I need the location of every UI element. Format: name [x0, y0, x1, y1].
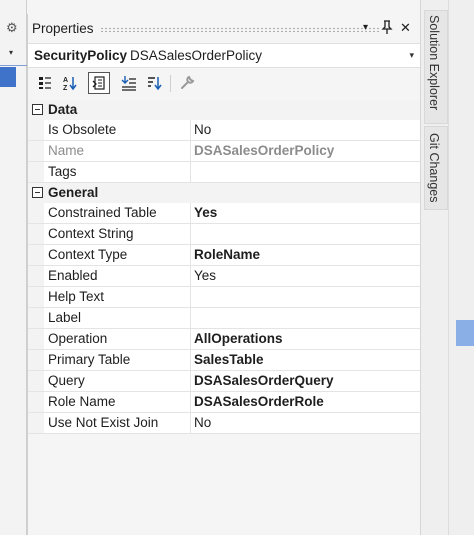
property-name: Query [28, 371, 191, 391]
property-value[interactable]: No [191, 120, 420, 140]
property-name: Enabled [28, 266, 191, 286]
property-row-context-type[interactable]: Context Type RoleName [28, 245, 420, 266]
property-row-primary-table[interactable]: Primary Table SalesTable [28, 350, 420, 371]
svg-text:Z: Z [63, 85, 68, 91]
properties-panel: Properties ▾ ✕ SecurityPolicy DSASalesOr… [27, 14, 420, 535]
property-row-tags[interactable]: Tags [28, 162, 420, 183]
category-data: Data [28, 100, 420, 120]
left-divider [0, 65, 27, 66]
property-row-operation[interactable]: Operation AllOperations [28, 329, 420, 350]
close-icon[interactable]: ✕ [400, 20, 411, 36]
property-value[interactable]: No [191, 413, 420, 433]
property-name: Tags [28, 162, 191, 182]
tab-git-changes[interactable]: Git Changes [424, 126, 448, 210]
left-selection-highlight [0, 67, 16, 87]
tab-label: Git Changes [427, 133, 441, 203]
svg-text:A: A [63, 77, 68, 84]
panel-titlebar: Properties ▾ ✕ [28, 14, 421, 42]
property-value[interactable]: DSASalesOrderQuery [191, 371, 420, 391]
property-value[interactable]: DSASalesOrderRole [191, 392, 420, 412]
property-name: Is Obsolete [28, 120, 191, 140]
property-row-is-obsolete[interactable]: Is Obsolete No [28, 120, 420, 141]
property-name: Context Type [28, 245, 191, 265]
property-value[interactable]: RoleName [191, 245, 420, 265]
events-icon[interactable] [118, 72, 140, 94]
category-label: Data [48, 102, 78, 117]
collapse-toggle-icon[interactable] [32, 187, 43, 198]
property-value[interactable] [191, 162, 420, 182]
property-row-name[interactable]: Name DSASalesOrderPolicy [28, 141, 420, 162]
toolbar-separator [170, 75, 171, 92]
properties-page-icon[interactable] [88, 72, 110, 94]
property-value: DSASalesOrderPolicy [194, 143, 335, 158]
right-divider [448, 0, 449, 535]
property-row-query[interactable]: Query DSASalesOrderQuery [28, 371, 420, 392]
property-value[interactable]: Yes [191, 266, 420, 286]
property-row-enabled[interactable]: Enabled Yes [28, 266, 420, 287]
property-name: Role Name [28, 392, 191, 412]
property-name: Name [28, 141, 191, 161]
property-name: Operation [28, 329, 191, 349]
object-selector[interactable]: SecurityPolicy DSASalesOrderPolicy ▾ [28, 43, 420, 68]
property-value[interactable] [191, 287, 420, 307]
property-name: Primary Table [28, 350, 191, 370]
object-name: DSASalesOrderPolicy [130, 48, 263, 63]
object-type: SecurityPolicy [34, 48, 128, 63]
property-name: Use Not Exist Join [28, 413, 191, 433]
property-row-constrained-table[interactable]: Constrained Table Yes [28, 203, 420, 224]
property-value[interactable]: SalesTable [191, 350, 420, 370]
property-grid: Data Is Obsolete No Name DSASalesOrderPo… [28, 100, 420, 434]
property-row-role-name[interactable]: Role Name DSASalesOrderRole [28, 392, 420, 413]
alphabetical-icon[interactable]: AZ [59, 72, 81, 94]
sort-icon[interactable] [143, 72, 165, 94]
category-label: General [48, 185, 99, 200]
chevron-down-icon[interactable]: ▾ [9, 48, 13, 57]
property-row-use-not-exist-join[interactable]: Use Not Exist Join No [28, 413, 420, 434]
properties-toolbar: AZ [28, 69, 420, 98]
drag-grip[interactable] [100, 27, 380, 32]
tab-solution-explorer[interactable]: Solution Explorer [424, 10, 448, 124]
property-name: Constrained Table [28, 203, 191, 223]
chevron-down-icon[interactable]: ▾ [409, 50, 414, 61]
property-value[interactable]: Yes [191, 203, 420, 223]
property-row-label[interactable]: Label [28, 308, 420, 329]
property-row-help-text[interactable]: Help Text [28, 287, 420, 308]
collapse-toggle-icon[interactable] [32, 104, 43, 115]
property-name: Help Text [28, 287, 191, 307]
property-value[interactable] [191, 308, 420, 328]
wrench-icon[interactable] [176, 72, 198, 94]
left-window-strip: ⚙ ▾ [0, 0, 27, 535]
panel-title: Properties [32, 21, 94, 36]
gear-icon[interactable]: ⚙ [6, 20, 18, 36]
tab-label: Solution Explorer [427, 15, 441, 111]
property-value[interactable] [191, 224, 420, 244]
category-general: General [28, 183, 420, 203]
background-selection-highlight [456, 320, 474, 346]
window-position-dropdown-icon[interactable]: ▾ [363, 22, 368, 33]
property-name: Label [28, 308, 191, 328]
property-name: Context String [28, 224, 191, 244]
property-value[interactable]: AllOperations [191, 329, 420, 349]
categorized-icon[interactable] [34, 72, 56, 94]
pin-icon[interactable] [381, 20, 393, 37]
property-row-context-string[interactable]: Context String [28, 224, 420, 245]
